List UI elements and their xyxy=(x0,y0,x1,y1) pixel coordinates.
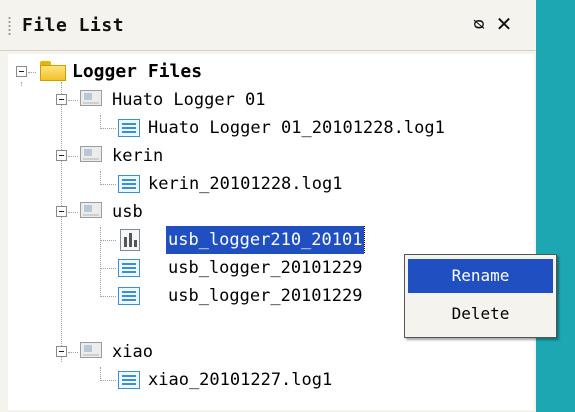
device-icon xyxy=(80,146,102,162)
close-icon[interactable]: ✕ xyxy=(494,13,514,35)
tree-node-logger[interactable]: xiao xyxy=(8,338,534,366)
tree-node-label: usb_logger_20101229 xyxy=(168,258,363,278)
tree-node-logger[interactable]: Huato Logger 01 xyxy=(8,86,534,114)
tree-connector xyxy=(68,352,78,353)
collapse-toggle-icon[interactable] xyxy=(16,66,27,77)
log-file-icon xyxy=(118,259,140,277)
tree-node-file[interactable]: kerin_20101228.log1 xyxy=(8,170,534,198)
tree-node-label: Logger Files xyxy=(72,61,203,82)
file-list-panel: File List ᴓ ✕ Logger Files Huato Logger … xyxy=(0,0,536,412)
log-file-icon xyxy=(118,287,140,305)
tree-connector xyxy=(68,100,78,101)
collapse-toggle-icon[interactable] xyxy=(56,346,67,357)
tree-connector xyxy=(100,128,116,129)
collapse-toggle-icon[interactable] xyxy=(56,150,67,161)
menu-item-delete[interactable]: Delete xyxy=(408,297,553,331)
tree-node-file[interactable]: xiao_20101227.log1 xyxy=(8,366,534,394)
side-strip xyxy=(536,0,575,412)
tree-node-file-selected[interactable]: usb_logger210_20101 xyxy=(8,226,534,254)
context-menu: Rename Delete xyxy=(404,254,557,338)
tree-node-label: Huato Logger 01 xyxy=(112,90,266,110)
tree-node-file[interactable]: Huato Logger 01_20101228.log1 xyxy=(8,114,534,142)
tree-connector xyxy=(100,296,116,297)
file-tree: Logger Files Huato Logger 01 Huato Logge… xyxy=(8,54,534,410)
tree-connector xyxy=(68,212,78,213)
tree-node-label: xiao_20101227.log1 xyxy=(148,370,333,390)
tree-node-label: kerin_20101228.log1 xyxy=(148,174,343,194)
log-file-icon xyxy=(118,119,140,137)
tree-node-label: usb_logger_20101229 xyxy=(168,286,363,306)
folder-icon xyxy=(40,61,66,81)
tree-node-label: Huato Logger 01_20101228.log1 xyxy=(148,118,445,138)
panel-header: File List ᴓ ✕ xyxy=(0,0,536,51)
tree-connector xyxy=(100,380,116,381)
tree-node-label: kerin xyxy=(112,146,164,166)
panel-title: File List xyxy=(22,15,125,36)
collapse-toggle-icon[interactable] xyxy=(56,206,67,217)
log-file-icon xyxy=(118,371,140,389)
tree-node-label: usb xyxy=(112,202,143,222)
tree-node-root[interactable]: Logger Files xyxy=(8,58,534,86)
selection-highlight: usb_logger210_20101 xyxy=(166,226,414,254)
collapse-toggle-icon[interactable] xyxy=(56,94,67,105)
tree-connector xyxy=(100,268,116,269)
tree-connector xyxy=(100,184,116,185)
sheet-file-icon xyxy=(120,229,140,251)
tree-node-logger[interactable]: kerin xyxy=(8,142,534,170)
pin-icon[interactable]: ᴓ xyxy=(470,14,488,34)
device-icon xyxy=(80,90,102,106)
tree-node-label: xiao xyxy=(112,342,153,362)
menu-item-rename[interactable]: Rename xyxy=(408,259,553,293)
tree-node-logger[interactable]: usb xyxy=(8,198,534,226)
device-icon xyxy=(80,202,102,218)
tree-connector xyxy=(28,72,36,73)
tree-node-label: usb_logger210_20101 xyxy=(166,226,366,254)
drag-grip-icon[interactable] xyxy=(8,16,11,36)
tree-connector xyxy=(100,240,116,241)
device-icon xyxy=(80,342,102,358)
tree-connector xyxy=(68,156,78,157)
log-file-icon xyxy=(118,175,140,193)
